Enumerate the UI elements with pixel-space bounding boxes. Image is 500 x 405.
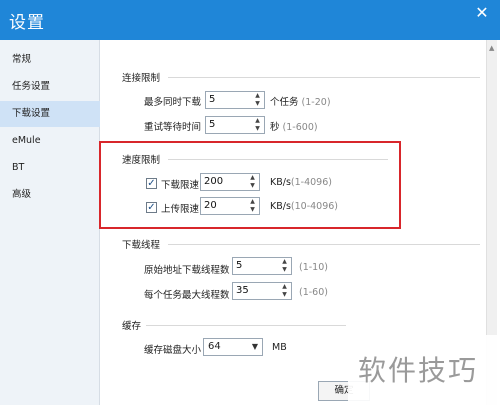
per-task-threads-range: (1-60) <box>299 287 328 298</box>
sidebar-item-label: BT <box>12 162 25 173</box>
max-downloads-range: (1-20) <box>301 97 331 108</box>
origin-threads-range: (1-10) <box>299 262 328 273</box>
retry-wait-range: (1-600) <box>282 122 318 133</box>
sidebar-item-label: 高级 <box>12 189 32 200</box>
origin-threads-label: 原始地址下载线程数 <box>144 265 230 276</box>
origin-threads-stepper[interactable]: 5 ▲ ▼ <box>232 257 292 275</box>
per-task-threads-stepper[interactable]: 35 ▲ ▼ <box>232 282 292 300</box>
sidebar: 常规 任务设置 下载设置 eMule BT 高级 <box>0 40 100 405</box>
cache-size-value: 64 <box>208 341 221 352</box>
sidebar-item-general[interactable]: 常规 <box>0 47 100 73</box>
origin-threads-value: 5 <box>236 260 243 271</box>
per-task-threads-label: 每个任务最大线程数 <box>144 290 230 301</box>
watermark: 软件技巧 <box>348 335 500 405</box>
max-downloads-stepper[interactable]: 5 ▲ ▼ <box>205 91 265 109</box>
sidebar-item-emule[interactable]: eMule <box>0 128 100 154</box>
retry-wait-unit-text: 秒 <box>270 122 280 133</box>
stepper-arrows-icon[interactable]: ▲ ▼ <box>252 117 263 133</box>
section-title-connection: 连接限制 <box>122 73 161 84</box>
sidebar-item-label: 任务设置 <box>12 81 51 92</box>
section-title-threads: 下载线程 <box>122 240 161 251</box>
highlight-box <box>99 141 401 229</box>
stepper-arrows-icon[interactable]: ▲ ▼ <box>279 283 290 299</box>
section-divider <box>146 325 346 326</box>
title-bar: 设置 ✕ <box>0 0 500 40</box>
chevron-down-icon[interactable]: ▼ <box>252 342 258 351</box>
section-divider <box>168 244 480 245</box>
max-downloads-value: 5 <box>209 94 216 105</box>
max-downloads-unit: 个任务 (1-20) <box>270 94 331 108</box>
stepper-arrows-icon[interactable]: ▲ ▼ <box>252 92 263 108</box>
cache-size-dropdown[interactable]: 64 ▼ <box>203 338 263 356</box>
section-divider <box>168 77 480 78</box>
cache-size-label: 缓存磁盘大小 <box>144 345 202 356</box>
scroll-up-icon[interactable]: ▲ <box>489 44 494 52</box>
watermark-text: 软件技巧 <box>358 354 479 387</box>
stepper-arrows-icon[interactable]: ▲ ▼ <box>279 258 290 274</box>
per-task-threads-value: 35 <box>236 285 249 296</box>
sidebar-item-task-settings[interactable]: 任务设置 <box>0 74 100 100</box>
sidebar-item-label: eMule <box>12 135 41 146</box>
cache-size-unit: MB <box>272 342 287 353</box>
window-title: 设置 <box>9 13 45 33</box>
close-icon[interactable]: ✕ <box>468 2 496 24</box>
sidebar-item-download-settings[interactable]: 下载设置 <box>0 101 100 127</box>
sidebar-item-label: 常规 <box>12 54 32 65</box>
retry-wait-label: 重试等待时间 <box>144 122 202 133</box>
max-downloads-label: 最多同时下载 <box>144 97 202 108</box>
retry-wait-stepper[interactable]: 5 ▲ ▼ <box>205 116 265 134</box>
retry-wait-unit: 秒 (1-600) <box>270 119 318 133</box>
max-downloads-unit-text: 个任务 <box>270 97 299 108</box>
sidebar-item-advanced[interactable]: 高级 <box>0 182 100 208</box>
section-title-cache: 缓存 <box>122 321 142 332</box>
sidebar-item-label: 下载设置 <box>12 108 51 119</box>
retry-wait-value: 5 <box>209 119 216 130</box>
sidebar-item-bt[interactable]: BT <box>0 155 100 181</box>
